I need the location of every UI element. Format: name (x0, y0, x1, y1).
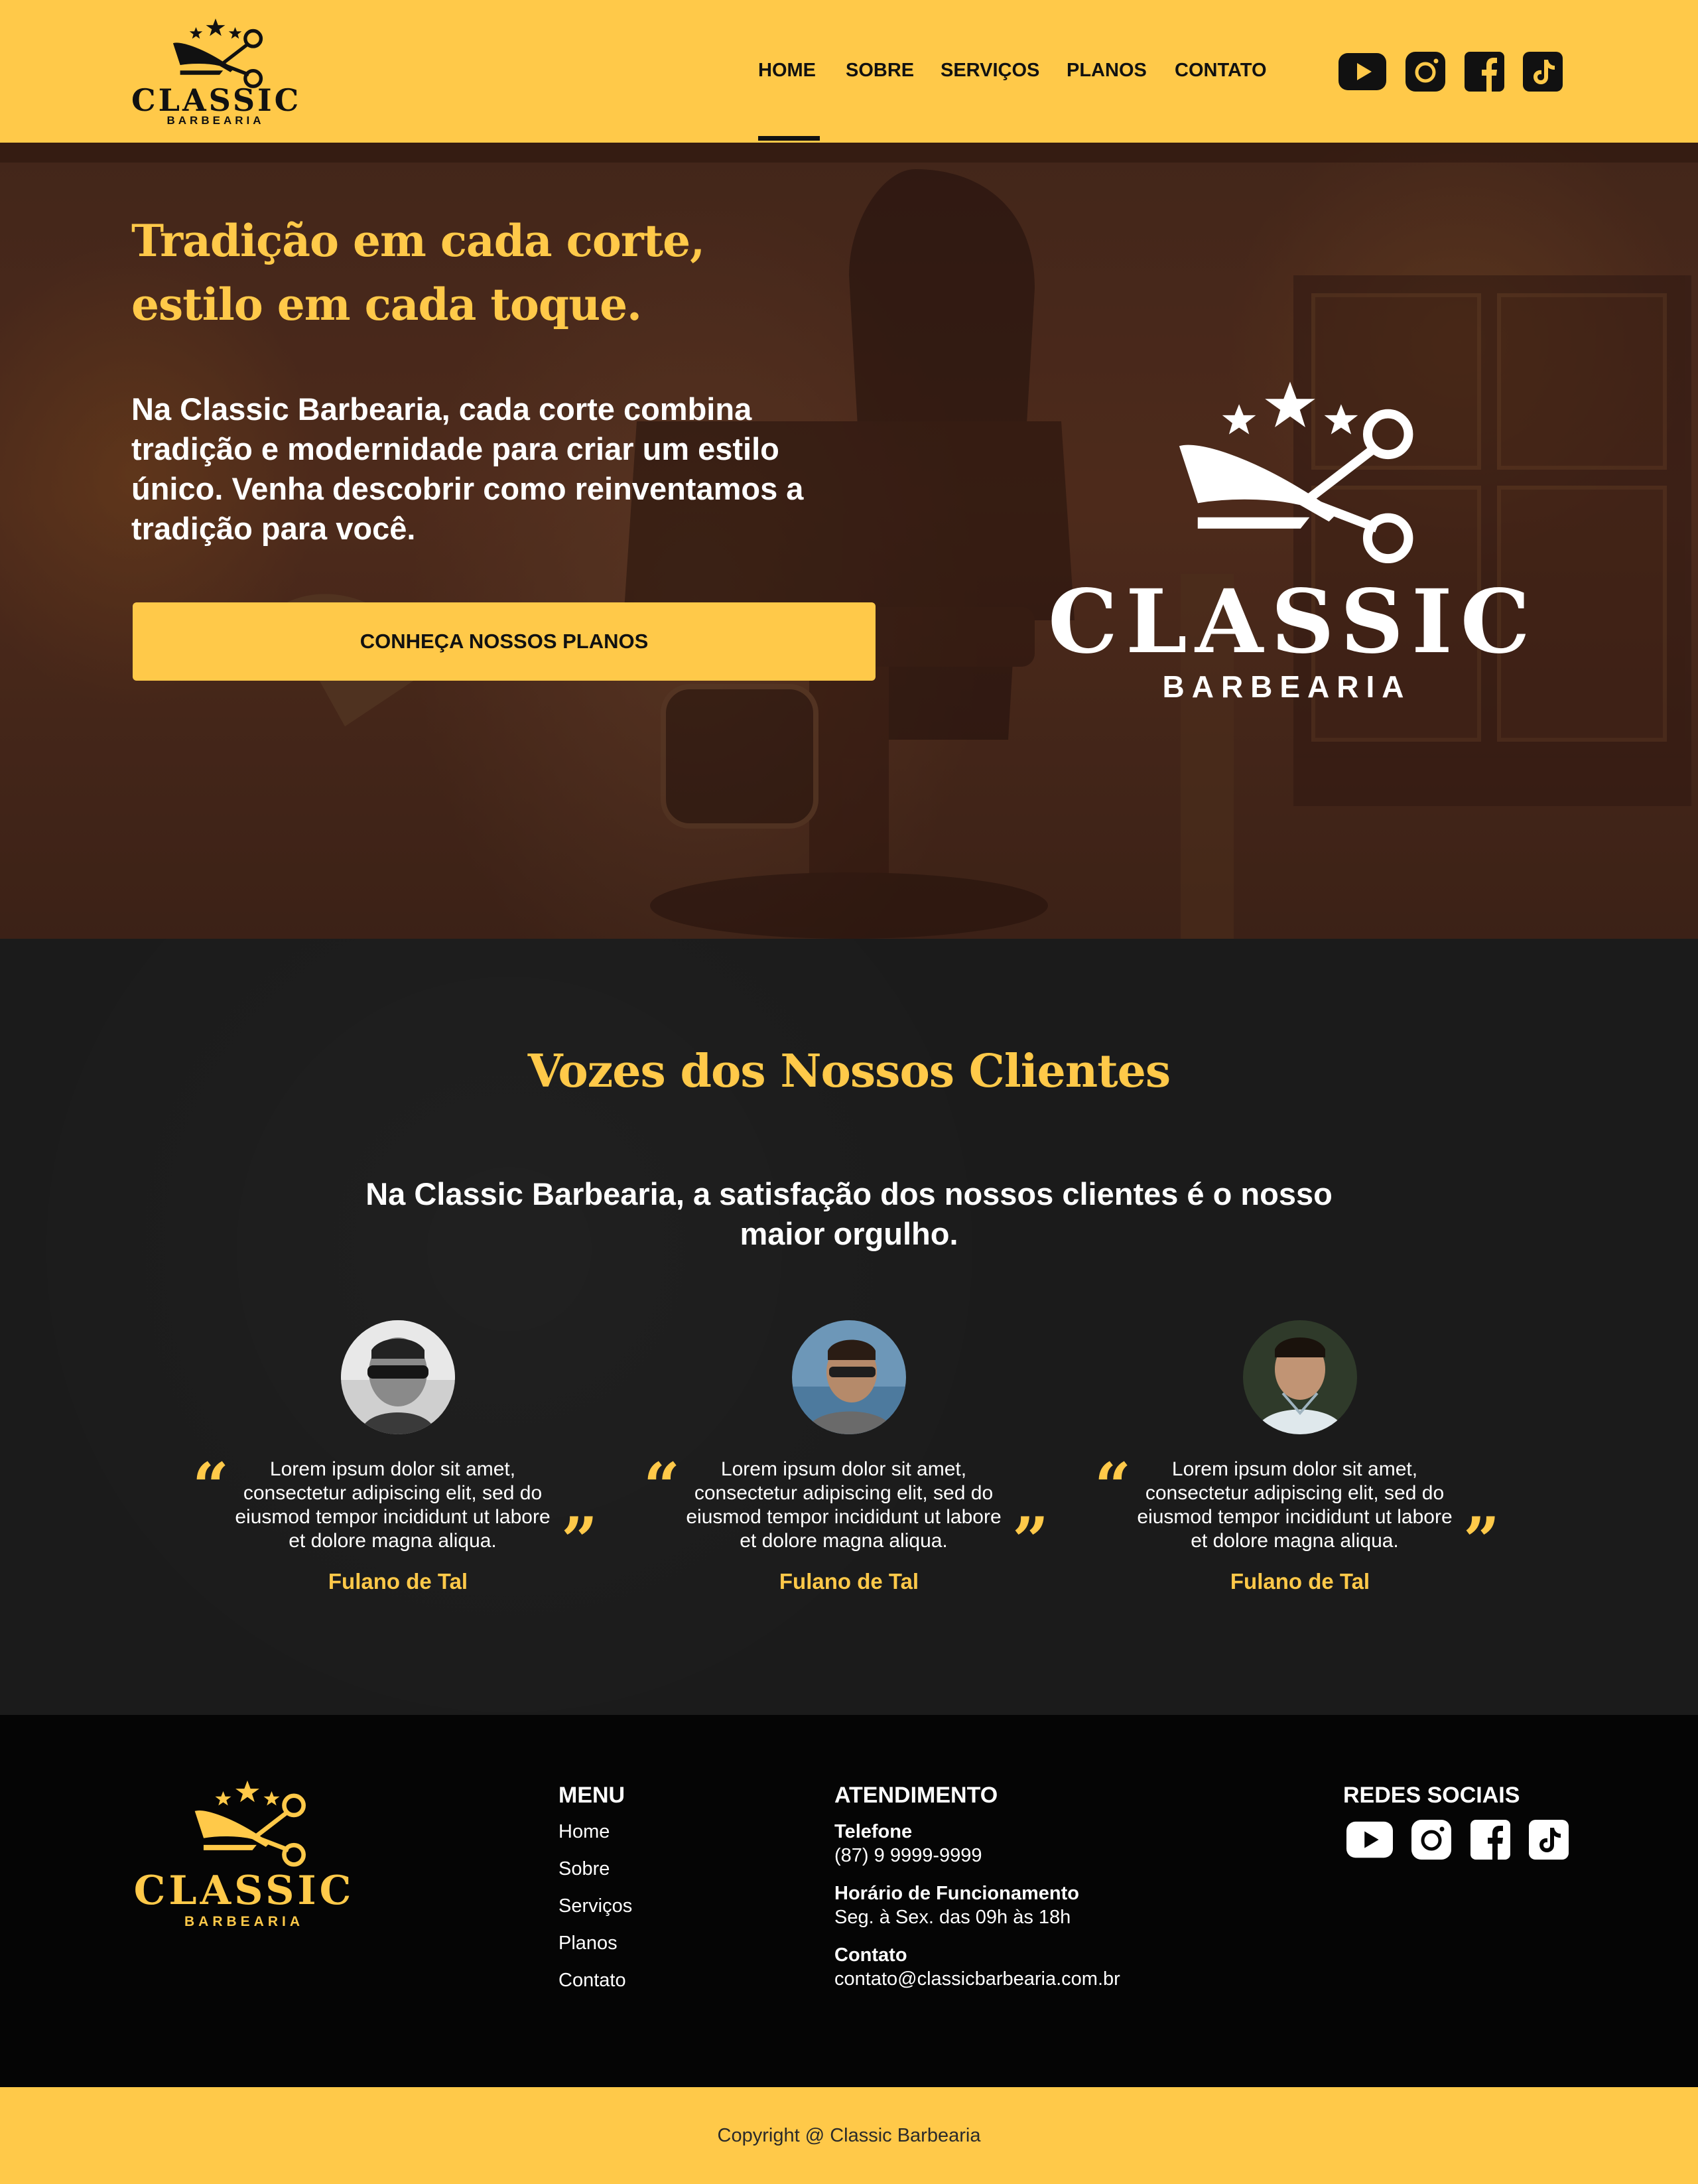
footer-link-home[interactable]: Home (558, 1821, 610, 1843)
hero-description: Na Classic Barbearia, cada corte combina… (131, 391, 804, 546)
footer-link-servicos[interactable]: Serviços (558, 1895, 632, 1917)
facebook-icon[interactable] (1470, 1820, 1510, 1860)
hero-title: Tradição em cada corte, estilo em cada t… (131, 209, 861, 336)
footer-link-sobre[interactable]: Sobre (558, 1858, 610, 1880)
hero-brand-tagline: BARBEARIA (1162, 669, 1411, 704)
header-logo[interactable]: CLASSIC BARBEARIA (131, 17, 300, 130)
quote-close-icon: ” (1012, 1503, 1049, 1578)
tiktok-icon[interactable] (1529, 1820, 1569, 1860)
footer-logo[interactable]: CLASSIC BARBEARIA (125, 1781, 363, 1941)
nav-active-indicator (758, 136, 820, 141)
footer: CLASSIC BARBEARIA MENU Home Sobre Serviç… (0, 1715, 1698, 2087)
instagram-icon[interactable] (1411, 1820, 1451, 1860)
tiktok-icon[interactable] (1523, 52, 1563, 92)
phone-label: Telefone (834, 1821, 913, 1842)
footer-menu-title: MENU (558, 1783, 625, 1808)
hero-title-line1: Tradição em cada corte, (131, 215, 705, 267)
footer-service-title: ATENDIMENTO (834, 1783, 998, 1808)
nav-planos[interactable]: PLANOS (1067, 60, 1147, 82)
nav-contato[interactable]: CONTATO (1175, 60, 1267, 82)
nav-servicos[interactable]: SERVIÇOS (941, 60, 1039, 82)
testimonial-card: “ Lorem ipsum dolor sit amet, consectetu… (1094, 1320, 1506, 1625)
phone-value: (87) 9 9999-9999 (834, 1845, 982, 1866)
nav-sobre[interactable]: SOBRE (846, 60, 914, 82)
contact-label: Contato (834, 1945, 907, 1966)
hero-section: Tradição em cada corte, estilo em cada t… (0, 143, 1698, 939)
testimonial-quote: Lorem ipsum dolor sit amet, consectetur … (686, 1458, 1002, 1552)
testimonials-title: Vozes dos Nossos Clientes (527, 1045, 1171, 1098)
footer-link-contato[interactable]: Contato (558, 1970, 626, 1992)
hero-title-line2: estilo em cada toque. (131, 279, 642, 330)
instagram-icon[interactable] (1405, 52, 1445, 92)
testimonial-quote: Lorem ipsum dolor sit amet, consectetur … (235, 1458, 551, 1552)
footer-link-planos[interactable]: Planos (558, 1933, 618, 1954)
testimonial-card: “ Lorem ipsum dolor sit amet, consectetu… (192, 1320, 604, 1625)
hours-value: Seg. à Sex. das 09h às 18h (834, 1907, 1071, 1928)
nav-home[interactable]: HOME (758, 60, 816, 82)
footer-brand-tagline: BARBEARIA (184, 1914, 304, 1929)
quote-open-icon: “ (192, 1449, 229, 1524)
razor-scissors-hero-logo-icon (1157, 375, 1423, 579)
testimonial-author: Fulano de Tal (779, 1569, 919, 1594)
quote-close-icon: ” (561, 1503, 598, 1578)
footer-brand-name: CLASSIC (133, 1868, 355, 1914)
testimonial-card: “ Lorem ipsum dolor sit amet, consectetu… (643, 1320, 1055, 1625)
email-value[interactable]: contato@classicbarbearia.com.br (834, 1968, 1120, 1990)
quote-close-icon: ” (1463, 1503, 1500, 1578)
logo-tagline: BARBEARIA (166, 114, 265, 127)
razor-scissors-footer-logo-icon (184, 1777, 310, 1874)
facebook-icon[interactable] (1465, 52, 1504, 92)
avatar (1243, 1320, 1357, 1434)
testimonials-subtitle: Na Classic Barbearia, a satisfação dos n… (365, 1176, 1333, 1251)
quote-open-icon: “ (643, 1449, 681, 1524)
logo-brand-name: CLASSIC (131, 82, 302, 118)
hours-label: Horário de Funcionamento (834, 1883, 1079, 1904)
testimonial-quote: Lorem ipsum dolor sit amet, consectetur … (1137, 1458, 1453, 1552)
copyright-text: Copyright @ Classic Barbearia (717, 2124, 981, 2146)
youtube-icon[interactable] (1346, 1821, 1393, 1858)
copyright-bar: Copyright @ Classic Barbearia (0, 2087, 1698, 2184)
youtube-icon[interactable] (1339, 53, 1386, 90)
testimonial-author: Fulano de Tal (1230, 1569, 1370, 1594)
header: CLASSIC BARBEARIA HOME SOBRE SERVIÇOS PL… (0, 0, 1698, 143)
plans-cta-button[interactable]: CONHEÇA NOSSOS PLANOS (133, 602, 876, 681)
hero-brand-name: CLASSIC (1048, 571, 1538, 673)
testimonial-author: Fulano de Tal (328, 1569, 468, 1594)
footer-social-title: REDES SOCIAIS (1343, 1783, 1520, 1808)
quote-open-icon: “ (1094, 1449, 1132, 1524)
testimonials-section: Vozes dos Nossos Clientes Na Classic Bar… (0, 939, 1698, 1715)
avatar (792, 1320, 906, 1434)
avatar (341, 1320, 455, 1434)
